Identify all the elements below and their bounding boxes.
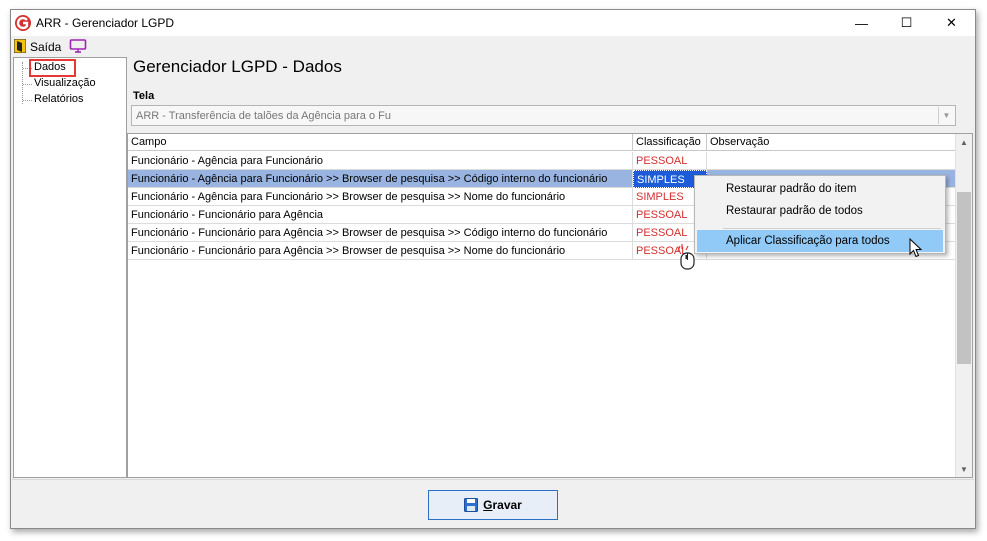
scroll-down-icon[interactable]: ▼ [956,461,972,477]
footer-divider [12,479,974,480]
scrollbar-thumb[interactable] [957,192,971,364]
menu-item-apply-classification-all[interactable]: Aplicar Classificação para todos [697,230,943,252]
cell-campo: Funcionário - Agência para Funcionário >… [128,188,633,206]
minimize-icon: — [855,15,868,31]
cell-campo: Funcionário - Agência para Funcionário [128,152,633,170]
exit-menu-item[interactable]: Saída [30,40,61,54]
table-row[interactable]: Funcionário - Agência para Funcionário P… [128,152,956,170]
tela-select[interactable]: ARR - Transferência de talões da Agência… [131,105,956,126]
title-bar: ARR - Gerenciador LGPD — ☐ ✕ [11,10,975,36]
tree-item-visualizacao[interactable]: Visualização [34,77,96,89]
cell-campo: Funcionário - Funcionário para Agência [128,206,633,224]
maximize-icon: ☐ [900,15,913,30]
menu-item-restore-all[interactable]: Restaurar padrão de todos [697,200,943,222]
tree-item-relatorios[interactable]: Relatórios [34,93,84,105]
menu-separator [723,228,941,229]
cell-campo: Funcionário - Funcionário para Agência >… [128,242,633,260]
navigation-tree: Dados Visualização Relatórios [13,57,127,478]
chevron-down-icon[interactable]: ▼ [938,107,954,124]
floppy-disk-icon [464,498,479,512]
table-header: Campo Classificação Observação [128,134,956,151]
close-icon: ✕ [946,15,957,30]
close-button[interactable]: ✕ [929,10,974,36]
hand-cursor-icon [677,244,695,270]
cell-classificacao[interactable]: PESSOAL [633,152,707,170]
tree-connector [23,84,32,85]
save-button[interactable]: Gravar [428,490,558,520]
tela-label: Tela [133,90,155,102]
exit-door-icon[interactable] [14,39,26,53]
tela-select-value: ARR - Transferência de talões da Agência… [136,110,391,122]
cell-observacao[interactable] [707,152,956,170]
column-header-classificacao[interactable]: Classificação [633,134,707,151]
scroll-up-icon[interactable]: ▲ [956,134,972,150]
app-logo-icon [15,15,31,31]
column-header-observacao[interactable]: Observação [707,134,956,151]
menu-bar: Saída [11,36,975,56]
column-header-campo[interactable]: Campo [128,134,633,151]
maximize-button[interactable]: ☐ [884,10,929,36]
save-button-label: Gravar [483,498,522,512]
tree-item-dados[interactable]: Dados [34,61,66,73]
cell-campo: Funcionário - Agência para Funcionário >… [128,170,633,188]
window-title: ARR - Gerenciador LGPD [36,16,175,30]
vertical-scrollbar[interactable]: ▲ ▼ [955,134,972,477]
minimize-button[interactable]: — [839,10,884,36]
cell-campo: Funcionário - Funcionário para Agência >… [128,224,633,242]
app-window: ARR - Gerenciador LGPD — ☐ ✕ Saída Dados… [10,9,976,529]
monitor-icon[interactable] [69,39,87,53]
page-title: Gerenciador LGPD - Dados [133,57,342,76]
pointer-cursor-icon [909,238,923,258]
menu-item-restore-item[interactable]: Restaurar padrão do item [697,178,943,200]
tree-connector [23,100,32,101]
